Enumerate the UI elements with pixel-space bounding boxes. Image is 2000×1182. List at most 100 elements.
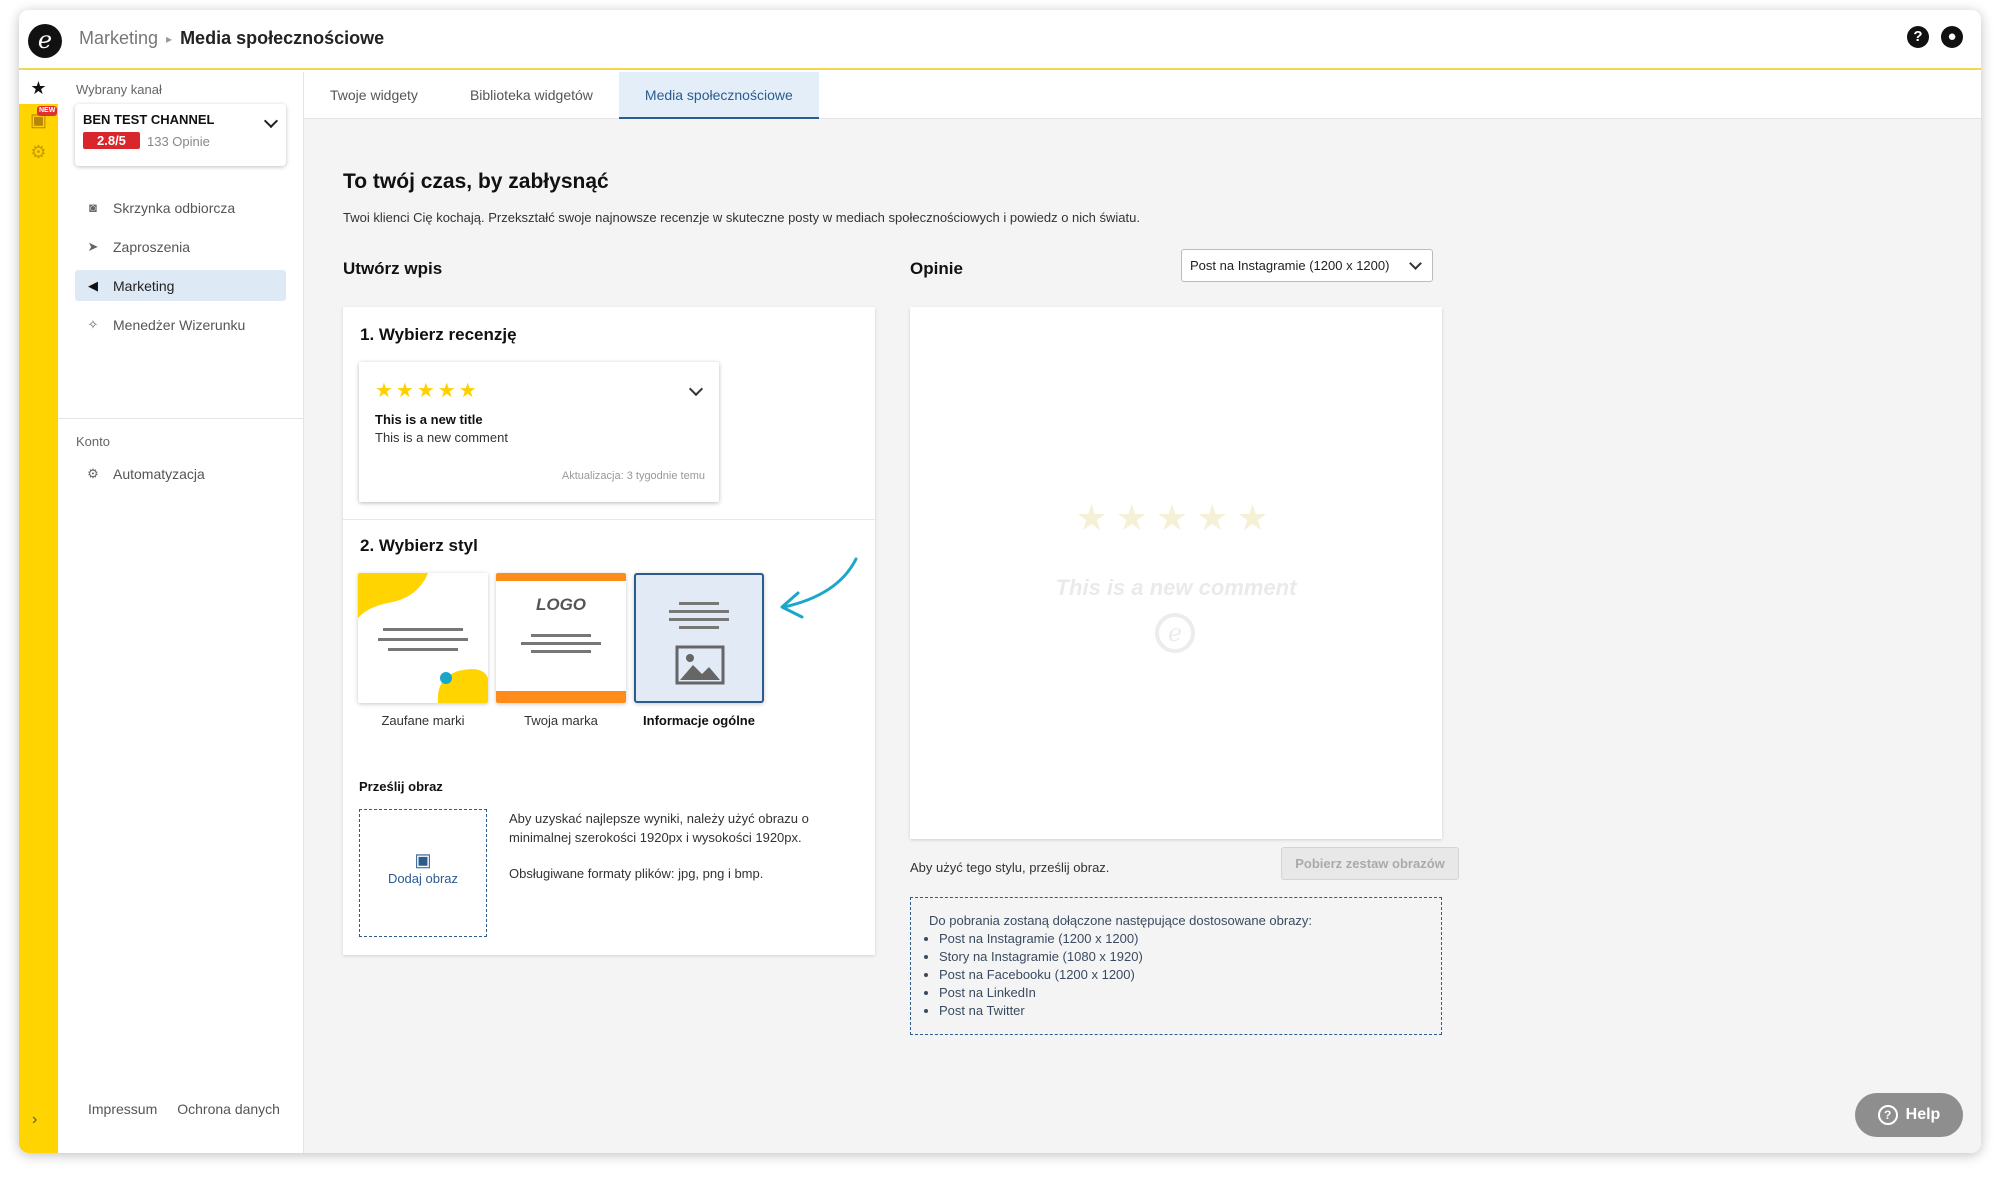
breadcrumb: Marketing ▸ Media społecznościowe bbox=[79, 28, 384, 49]
style-label: Zaufane marki bbox=[381, 713, 465, 728]
help-label: Help bbox=[1905, 1106, 1941, 1123]
add-image-dropzone[interactable]: ▣ Dodaj obraz bbox=[359, 809, 487, 937]
channel-review-count: 133 Opinie bbox=[147, 134, 210, 149]
account-label: Konto bbox=[76, 434, 110, 449]
step1-title: 1. Wybierz recenzję bbox=[360, 325, 517, 344]
channel-name: BEN TEST CHANNEL bbox=[83, 112, 215, 127]
question-circle-icon[interactable]: ? bbox=[1907, 26, 1929, 48]
step2-title: 2. Wybierz styl bbox=[360, 536, 478, 555]
review-updated: Aktualizacja: 3 tygodnie temu bbox=[561, 470, 705, 482]
card-divider bbox=[343, 519, 875, 520]
general-info-thumbnail[interactable] bbox=[634, 573, 764, 703]
style-label: Twoja marka bbox=[524, 713, 598, 728]
style-trusted-brands[interactable]: Zaufane marki bbox=[358, 573, 488, 728]
list-item: Post na Instagramie (1200 x 1200) bbox=[939, 930, 1423, 948]
star-icon[interactable]: ★ bbox=[19, 72, 58, 104]
image-new-icon[interactable]: ▣ NEW bbox=[19, 104, 58, 136]
ekomi-watermark-icon: e bbox=[1155, 613, 1195, 653]
sidebar: Wybrany kanał BEN TEST CHANNEL 2.8/5 133… bbox=[58, 72, 304, 1153]
logo-placeholder: LOGO bbox=[535, 595, 587, 614]
gear-automation-icon: ⚙ bbox=[87, 465, 99, 481]
style-your-brand[interactable]: LOGO Twoja marka bbox=[496, 573, 626, 728]
privacy-link[interactable]: Ochrona danych bbox=[177, 1101, 280, 1117]
chevron-right-icon[interactable]: › bbox=[32, 1111, 37, 1129]
sidebar-item-automation[interactable]: ⚙ Automatyzacja bbox=[75, 458, 286, 489]
breadcrumb-current: Media społecznościowe bbox=[180, 28, 385, 48]
image-placeholder-icon bbox=[675, 645, 725, 685]
create-post-card: 1. Wybierz recenzję ★★★★★ This is a new … bbox=[343, 307, 875, 955]
trusted-brands-illustration bbox=[358, 573, 488, 703]
tab-social-media[interactable]: Media społecznościowe bbox=[618, 72, 819, 119]
icon-rail: ★ ▣ NEW ⚙ › bbox=[19, 72, 58, 1153]
create-post-title: Utwórz wpis bbox=[343, 259, 443, 278]
chevron-down-icon bbox=[1409, 257, 1422, 270]
list-item: Story na Instagramie (1080 x 1920) bbox=[939, 948, 1423, 966]
top-icons: ? ● bbox=[1907, 26, 1963, 48]
text-lines-icon bbox=[496, 629, 626, 658]
breadcrumb-parent[interactable]: Marketing bbox=[79, 28, 158, 49]
add-image-label: Dodaj obraz bbox=[387, 871, 459, 886]
download-images-button[interactable]: Pobierz zestaw obrazów bbox=[1281, 847, 1459, 880]
style-general-info[interactable]: Informacje ogólne bbox=[634, 573, 764, 728]
channel-score-badge: 2.8/5 bbox=[83, 132, 140, 149]
preview-stars: ★★★★★ bbox=[1075, 497, 1277, 538]
user-circle-icon[interactable]: ● bbox=[1941, 26, 1963, 48]
upload-requirements: Aby uzyskać najlepsze wyniki, należy uży… bbox=[509, 809, 839, 883]
app-window: e Marketing ▸ Media społecznościowe ? ● … bbox=[19, 10, 1981, 1153]
review-selector[interactable]: ★★★★★ This is a new title This is a new … bbox=[359, 362, 719, 502]
list-item: Post na LinkedIn bbox=[939, 984, 1423, 1002]
preview-note: Aby użyć tego stylu, prześlij obraz. bbox=[910, 860, 1110, 875]
sidebar-item-reputation-manager[interactable]: ✧ Menedżer Wizerunku bbox=[75, 309, 286, 340]
info-intro: Do pobrania zostaną dołączone następując… bbox=[929, 913, 1313, 928]
sidebar-footer: Impressum Ochrona danych bbox=[88, 1101, 280, 1117]
download-info-box: Do pobrania zostaną dołączone następując… bbox=[910, 897, 1442, 1035]
sidebar-item-label: Skrzynka odbiorcza bbox=[113, 199, 236, 216]
new-badge: NEW bbox=[37, 106, 58, 116]
rating-stars: ★★★★★ bbox=[375, 380, 480, 402]
chevron-down-icon[interactable] bbox=[688, 381, 704, 397]
review-comment: This is a new comment bbox=[375, 430, 508, 445]
channel-label: Wybrany kanał bbox=[76, 82, 162, 97]
list-item: Post na Facebooku (1200 x 1200) bbox=[939, 966, 1423, 984]
tab-widget-library[interactable]: Biblioteka widgetów bbox=[444, 72, 619, 119]
help-button[interactable]: ? Help bbox=[1855, 1093, 1963, 1137]
impressum-link[interactable]: Impressum bbox=[88, 1101, 157, 1117]
sidebar-item-label: Zaproszenia bbox=[113, 238, 191, 255]
add-image-icon: ▣ bbox=[414, 850, 432, 870]
sidebar-item-marketing[interactable]: ◀ Marketing bbox=[75, 270, 286, 301]
ekomi-logo-icon[interactable]: e bbox=[28, 24, 62, 58]
list-item: Post na Twitter bbox=[939, 1002, 1423, 1020]
chevron-down-icon bbox=[263, 113, 279, 129]
sidebar-item-label: Automatyzacja bbox=[113, 465, 205, 482]
page-title: To twój czas, by zabłysnąć bbox=[343, 170, 609, 193]
paper-plane-icon: ➤ bbox=[87, 238, 99, 254]
pointer-arrow-icon bbox=[780, 557, 858, 619]
sidebar-item-inbox[interactable]: ◙ Skrzynka odbiorcza bbox=[75, 192, 286, 223]
info-list: Post na Instagramie (1200 x 1200) Story … bbox=[939, 930, 1423, 1020]
style-options: Zaufane marki LOGO Twoja marka Informacj… bbox=[358, 573, 764, 728]
upload-note-resolution: Aby uzyskać najlepsze wyniki, należy uży… bbox=[509, 811, 809, 845]
top-bar: e Marketing ▸ Media społecznościowe ? ● bbox=[19, 10, 1981, 70]
gear-icon[interactable]: ⚙ bbox=[19, 136, 58, 168]
preview-title: Opinie bbox=[910, 259, 963, 278]
preview-comment: This is a new comment bbox=[1055, 575, 1297, 600]
question-circle-icon: ? bbox=[1877, 1105, 1898, 1125]
your-brand-thumbnail[interactable]: LOGO bbox=[496, 573, 626, 703]
sidebar-item-label: Marketing bbox=[113, 277, 175, 294]
tab-your-widgets[interactable]: Twoje widgety bbox=[304, 72, 444, 119]
brand-top-bar bbox=[496, 573, 626, 581]
text-lines-icon bbox=[636, 597, 762, 634]
trusted-brands-thumbnail[interactable] bbox=[358, 573, 488, 703]
review-title: This is a new title bbox=[375, 412, 483, 427]
sidebar-item-invitations[interactable]: ➤ Zaproszenia bbox=[75, 231, 286, 262]
tab-bar: Twoje widgety Biblioteka widgetów Media … bbox=[304, 72, 1981, 119]
inbox-icon: ◙ bbox=[89, 200, 97, 215]
format-select-value: Post na Instagramie (1200 x 1200) bbox=[1190, 258, 1390, 273]
preview-canvas: ★★★★★ This is a new comment e bbox=[910, 307, 1442, 839]
brand-bottom-bar bbox=[496, 691, 626, 703]
main-content: Twoje widgety Biblioteka widgetów Media … bbox=[304, 72, 1981, 1153]
style-label: Informacje ogólne bbox=[643, 713, 755, 728]
format-select[interactable]: Post na Instagramie (1200 x 1200) bbox=[1181, 249, 1433, 282]
page-intro: Twoi klienci Cię kochają. Przekształć sw… bbox=[343, 210, 1140, 225]
channel-selector[interactable]: BEN TEST CHANNEL 2.8/5 133 Opinie bbox=[75, 104, 286, 166]
